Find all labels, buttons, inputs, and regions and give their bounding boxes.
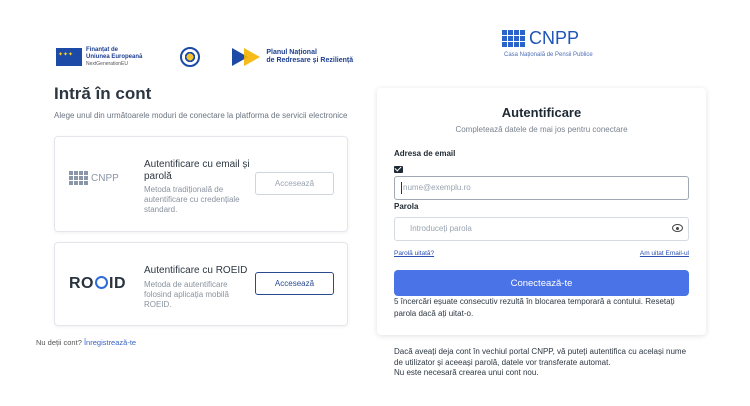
- forgot-password-link[interactable]: Parolă uitată?: [394, 250, 434, 257]
- login-submit-button[interactable]: Conectează-te: [394, 270, 689, 296]
- cnpp-logo: CNPP: [69, 171, 133, 185]
- pnrr-logo-line2: de Redresare și Reziliență: [266, 57, 354, 64]
- roeid-login-description: Metoda de autentificare folosind aplicaț…: [144, 280, 229, 309]
- eu-logo-line1: Finanțat de: [86, 46, 119, 53]
- register-prompt-text: Nu deții cont?: [36, 338, 82, 347]
- email-login-title: Autentificare cu email și parolă: [144, 159, 250, 182]
- login-form-card: Autentificare Completează datele de mai …: [377, 88, 706, 335]
- brand-subtitle: Casa Națională de Pensii Publice: [504, 52, 593, 58]
- eu-logo-line3: NextGenerationEU: [86, 60, 128, 67]
- government-seal-icon: [180, 47, 201, 67]
- legacy-account-info-line1: Dacă aveați deja cont în vechiul portal …: [394, 347, 687, 367]
- password-label: Parola: [394, 202, 419, 211]
- roeid-login-title: Autentificare cu ROEID: [144, 265, 248, 276]
- cnpp-brand-logo: CNPP Casa Națională de Pensii Publice: [502, 28, 594, 58]
- roeid-logo: RO ID: [69, 275, 126, 292]
- envelope-icon: [394, 166, 403, 173]
- register-link[interactable]: Înregistrează-te: [84, 338, 136, 347]
- cnpp-grid-icon: [502, 30, 525, 47]
- email-login-access-button[interactable]: Accesează: [255, 172, 334, 195]
- lockout-warning: 5 încercări eșuate consecutiv rezultă în…: [394, 297, 675, 318]
- roeid-ring-icon: [95, 276, 108, 289]
- pnrr-arrow-icon: [232, 48, 262, 66]
- legacy-account-info-line2: Nu este necesară crearea unui cont nou.: [394, 368, 539, 377]
- roeid-login-option-card: RO ID Autentificare cu ROEID Metoda de au…: [54, 242, 348, 326]
- eu-logo: Finanțat de Uniunea Europeană NextGenera…: [56, 47, 142, 68]
- partner-logos: Finanțat de Uniunea Europeană NextGenera…: [56, 44, 353, 70]
- login-form-title: Autentificare: [501, 105, 582, 120]
- cnpp-logo-text: CNPP: [91, 172, 119, 184]
- pnrr-logo: Planul Național de Redresare și Rezilien…: [232, 48, 353, 66]
- email-field[interactable]: nume@exemplu.ro: [394, 176, 689, 200]
- eu-logo-line2: Uniunea Europeană: [86, 53, 143, 60]
- legacy-account-info: Dacă aveați deja cont în vechiul portal …: [394, 347, 694, 379]
- page-title: Intră în cont: [54, 84, 152, 103]
- page-subtitle: Alege unul din următoarele moduri de con…: [54, 111, 348, 120]
- eu-flag-icon: [56, 48, 82, 66]
- cnpp-grid-icon: [69, 171, 88, 185]
- email-login-description: Metoda tradițională de autentificare cu …: [144, 185, 240, 214]
- roeid-access-button[interactable]: Accesează: [255, 272, 334, 295]
- register-prompt: Nu deții cont? Înregistrează-te: [36, 338, 136, 347]
- pnrr-logo-line1: Planul Național: [266, 49, 317, 56]
- show-password-icon[interactable]: [672, 224, 683, 232]
- forgot-email-link[interactable]: Am uitat Email-ul: [640, 250, 689, 257]
- email-label: Adresa de email: [394, 149, 456, 158]
- password-field[interactable]: Introduceți parola: [394, 217, 689, 241]
- brand-name: CNPP: [529, 28, 580, 48]
- login-form-subtitle: Completează datele de mai jos pentru con…: [455, 125, 628, 134]
- email-login-option-card: CNPP Autentificare cu email și parolă Me…: [54, 136, 348, 232]
